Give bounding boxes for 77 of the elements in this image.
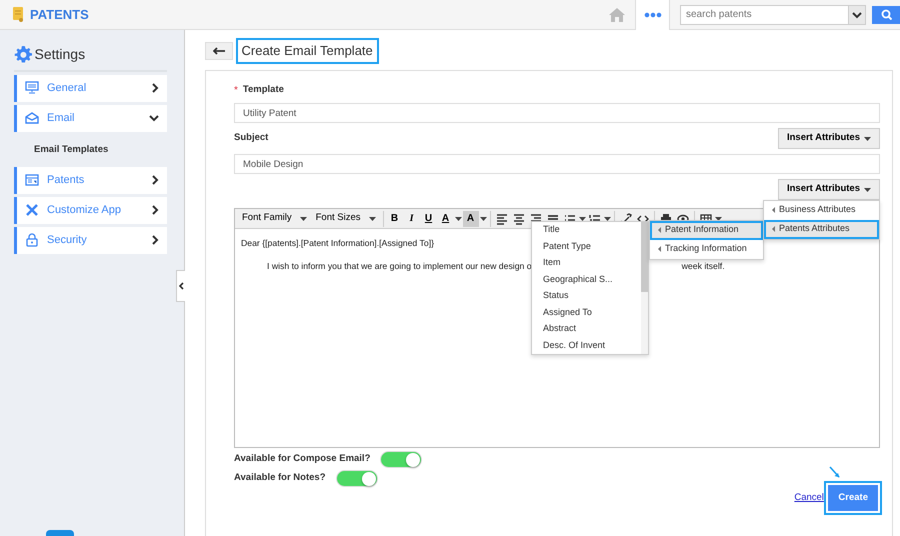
envelope-icon — [25, 111, 39, 125]
caret-icon[interactable] — [454, 216, 462, 220]
chevron-down-icon — [852, 10, 862, 18]
field-label: Template — [242, 83, 284, 97]
align-left-icon[interactable] — [496, 212, 508, 224]
caret-icon — [864, 136, 871, 140]
app-title: PATENTS — [30, 6, 89, 24]
back-button[interactable] — [205, 42, 233, 60]
subject-field[interactable]: Mobile Design — [234, 154, 880, 174]
text-color-button[interactable]: A — [438, 210, 454, 226]
insert-attributes-button[interactable]: Insert Attributes — [778, 128, 880, 149]
insert-attributes-button[interactable]: Insert Attributes — [778, 179, 880, 200]
scrollbar-thumb[interactable] — [641, 222, 648, 292]
more-icon — [644, 12, 662, 18]
template-field[interactable]: Utility Patent — [234, 103, 880, 123]
menu-item[interactable]: Abstract — [532, 320, 641, 337]
caret-icon — [368, 216, 376, 220]
caret-left-icon — [658, 246, 661, 252]
tools-icon — [25, 203, 39, 218]
caret-left-icon — [772, 226, 775, 232]
menu-item[interactable]: Patents Attributes — [764, 220, 879, 238]
sidebar-title: Settings — [34, 45, 86, 64]
toggle-switch[interactable] — [380, 450, 422, 468]
menu-item[interactable]: Geographical S... — [532, 271, 641, 288]
cancel-link[interactable]: Cancel — [794, 491, 824, 506]
highlight-button[interactable]: A — [462, 210, 479, 226]
caret-left-icon — [658, 227, 661, 233]
more-tab[interactable] — [635, 0, 670, 30]
scroll-icon — [11, 6, 25, 23]
caret-icon — [864, 188, 871, 192]
create-button[interactable]: Create — [826, 483, 880, 514]
menu-item[interactable]: Tracking Information — [650, 240, 763, 258]
search-field[interactable]: search patents — [680, 4, 848, 24]
italic-button[interactable]: I — [404, 210, 420, 226]
search-icon — [880, 9, 892, 20]
bold-button[interactable]: B — [386, 210, 403, 226]
menu-item[interactable]: Patent Information — [650, 220, 763, 240]
required-asterisk: * — [234, 84, 238, 98]
monitor-icon — [25, 81, 39, 95]
collapse-tab[interactable] — [176, 270, 185, 302]
search-button[interactable] — [872, 6, 900, 24]
caret-left-icon — [772, 207, 775, 213]
toggle-label: Available for Compose Email? — [234, 452, 370, 466]
menu-item[interactable]: Patent Type — [532, 238, 641, 254]
toggle-switch[interactable] — [336, 470, 378, 487]
field-label: Subject — [234, 131, 268, 146]
sidebar-item[interactable]: Patents — [14, 166, 167, 194]
sidebar-item[interactable]: Email — [14, 104, 167, 132]
chevron-left-icon — [178, 282, 184, 290]
body-text: Dear {[patents].[Patent Information].[Assigned To]} — [241, 237, 434, 250]
menu-item[interactable]: Desc. Of Invent — [532, 337, 641, 354]
menu-item[interactable]: Status — [532, 288, 641, 304]
gear-icon — [14, 46, 32, 64]
menu-item[interactable]: Title — [532, 222, 641, 238]
pointer-arrow — [829, 466, 841, 478]
back-arrow-icon — [212, 46, 226, 56]
toggle-label: Available for Notes? — [234, 471, 326, 486]
sidebar-item[interactable]: General — [14, 74, 167, 102]
sidebar-item[interactable]: Security — [14, 226, 167, 254]
caret-icon — [300, 216, 307, 220]
dropdown-button[interactable] — [848, 4, 866, 24]
page-title: Create Email Template — [236, 38, 379, 64]
underline-button[interactable]: U — [420, 210, 437, 226]
sidebar-subitem[interactable]: Email Templates — [14, 134, 167, 167]
body-text: I wish to inform you that we are going to implement our new design o — [267, 260, 532, 274]
menu-item[interactable]: Business Attributes — [764, 200, 879, 220]
body-text: week itself. — [682, 260, 725, 274]
font-select[interactable]: Font Sizes — [312, 210, 380, 226]
sidebar-item[interactable]: Customize App — [14, 196, 167, 224]
menu-item[interactable]: Assigned To — [532, 304, 641, 320]
scroll-button[interactable] — [46, 530, 74, 536]
window-icon — [25, 173, 39, 188]
align-center-icon[interactable] — [512, 212, 525, 224]
menu-item[interactable]: Item — [532, 254, 641, 271]
font-select[interactable]: Font Family — [238, 210, 311, 226]
caret-icon[interactable] — [480, 216, 487, 220]
lock-icon — [25, 233, 39, 248]
